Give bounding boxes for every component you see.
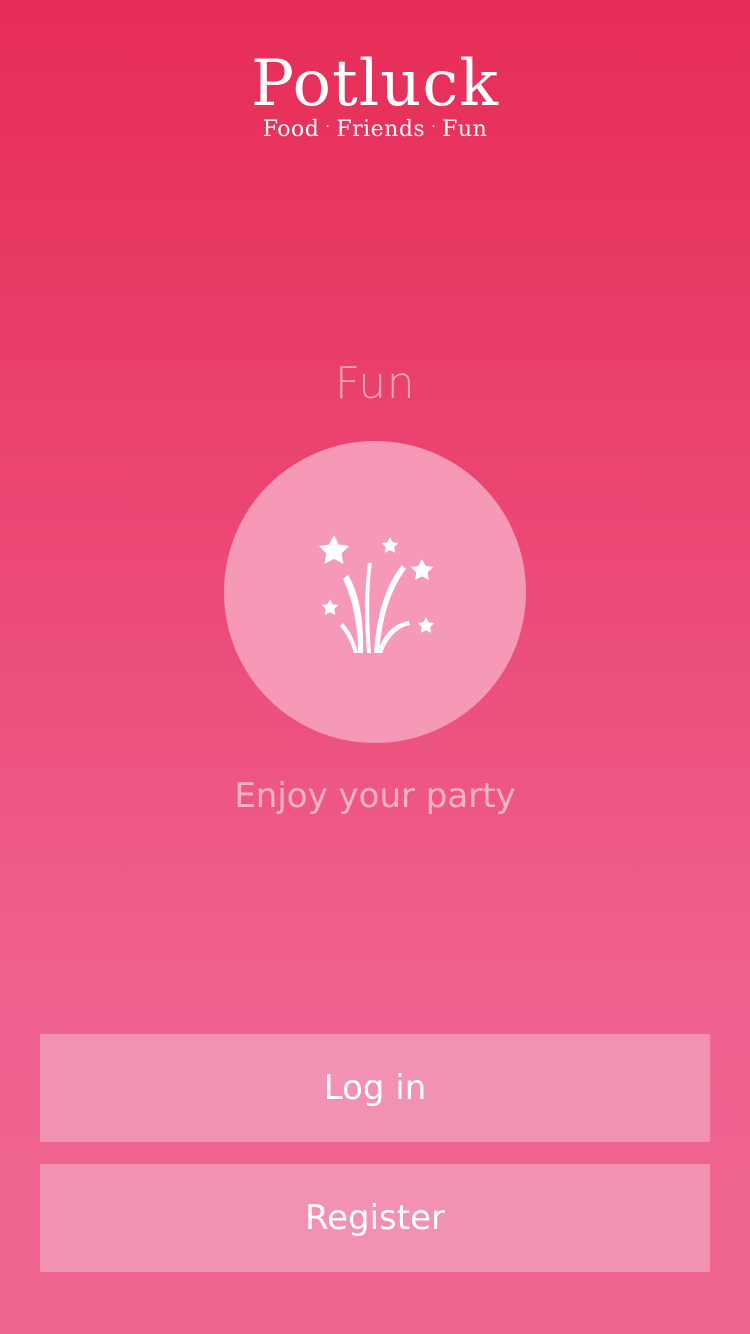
slide-title: Fun [334, 358, 416, 409]
slide-caption: Enjoy your party [234, 776, 516, 816]
tagline-separator: · [325, 119, 331, 135]
app-header: Potluck Food · Friends · Fun [0, 48, 750, 144]
tagline-friends: Friends [336, 117, 426, 142]
tagline-separator: · [431, 119, 437, 135]
register-button[interactable]: Register [40, 1164, 710, 1272]
tagline-fun: Fun [442, 117, 488, 142]
tagline-food: Food [262, 117, 320, 142]
fireworks-icon [318, 535, 435, 653]
login-button[interactable]: Log in [40, 1034, 710, 1142]
slide-illustration [224, 441, 526, 743]
app-title: Potluck [250, 47, 500, 121]
app-tagline: Food · Friends · Fun [0, 118, 750, 144]
